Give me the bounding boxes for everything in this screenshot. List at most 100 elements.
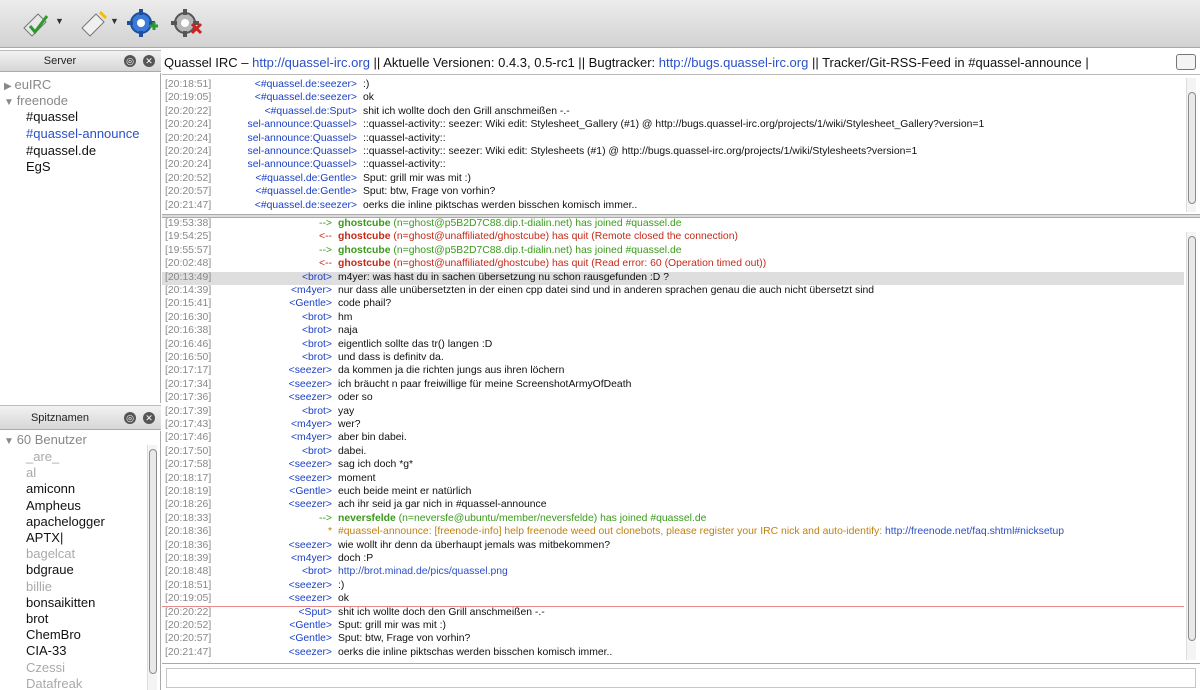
sender-nick[interactable]: <#quassel.de:Gentle> xyxy=(255,173,357,184)
sender-nick[interactable]: sel-announce:Quassel> xyxy=(248,133,357,144)
sender-nick[interactable]: --> xyxy=(319,218,332,229)
sender-nick[interactable]: <seezer> xyxy=(289,365,332,376)
sender-nick[interactable]: <brot> xyxy=(302,352,332,363)
sender-nick[interactable]: <Gentle> xyxy=(289,298,332,309)
network-euirc[interactable]: ▶ euIRC xyxy=(4,77,51,92)
sender-nick[interactable]: <seezer> xyxy=(289,379,332,390)
notice-text: #quassel-announce: [freenode-info] help … xyxy=(338,526,886,538)
nick-item[interactable]: bdgraue xyxy=(26,562,74,577)
sender-nick[interactable]: sel-announce:Quassel> xyxy=(248,146,357,157)
sender-nick[interactable]: * xyxy=(328,526,332,537)
disconnect-icon[interactable] xyxy=(78,6,112,40)
collapse-arrow-icon[interactable]: ▼ xyxy=(4,97,17,108)
nick-item[interactable]: apachelogger xyxy=(26,514,105,529)
disconnect-dropdown-icon[interactable]: ▼ xyxy=(110,16,119,26)
add-network-icon[interactable] xyxy=(126,6,160,40)
sender-nick[interactable]: <Gentle> xyxy=(289,633,332,644)
nick-item[interactable]: bagelcat xyxy=(26,546,75,561)
sender-nick[interactable]: <-- xyxy=(319,258,332,269)
sender-nick[interactable]: <brot> xyxy=(302,312,332,323)
channel-item-active[interactable]: #quassel-announce xyxy=(26,126,139,141)
sender-nick[interactable]: <brot> xyxy=(302,566,332,577)
sender-nick[interactable]: sel-announce:Quassel> xyxy=(248,159,357,170)
sender-nick[interactable]: <brot> xyxy=(302,406,332,417)
nick-item[interactable]: _are_ xyxy=(26,449,59,464)
sender-nick[interactable]: <m4yer> xyxy=(291,432,332,443)
topic-link[interactable]: http://bugs.quassel-irc.org xyxy=(659,55,809,70)
topic-link[interactable]: http://quassel-irc.org xyxy=(252,55,370,70)
sender-nick[interactable]: <seezer> xyxy=(289,540,332,551)
message-text[interactable]: http://brot.minad.de/pics/quassel.png xyxy=(338,566,508,577)
timestamp: [20:21:47] xyxy=(165,199,212,211)
sender-nick[interactable]: <#quassel.de:seezer> xyxy=(255,200,357,211)
event-nick[interactable]: neversfelde xyxy=(338,513,396,524)
close-panel-icon[interactable]: ✕ xyxy=(143,412,155,424)
sender-nick[interactable]: <seezer> xyxy=(289,499,332,510)
nick-item[interactable]: billie xyxy=(26,579,52,594)
nick-item[interactable]: APTX| xyxy=(26,530,63,545)
main-chat-scrollbar[interactable] xyxy=(1186,232,1196,660)
channel-item[interactable]: #quassel.de xyxy=(26,143,96,158)
sender-nick[interactable]: <-- xyxy=(319,231,332,242)
nick-item[interactable]: bonsaikitten xyxy=(26,595,95,610)
sender-nick[interactable]: <m4yer> xyxy=(291,285,332,296)
sender-nick[interactable]: <seezer> xyxy=(289,647,332,658)
nick-list-scrollbar[interactable] xyxy=(147,445,157,690)
sender-nick[interactable]: <m4yer> xyxy=(291,419,332,430)
topic-bar[interactable]: Quassel IRC – http://quassel-irc.org || … xyxy=(162,50,1200,75)
scrollbar-thumb[interactable] xyxy=(149,449,157,674)
nick-item[interactable]: brot xyxy=(26,611,48,626)
event-nick[interactable]: ghostcube xyxy=(338,218,391,229)
nick-item[interactable]: Czessi xyxy=(26,660,65,675)
nick-item[interactable]: ChemBro xyxy=(26,627,81,642)
nick-item[interactable]: al xyxy=(26,465,36,480)
channel-item[interactable]: EgS xyxy=(26,159,51,174)
sender-nick[interactable]: <seezer> xyxy=(289,392,332,403)
chat-view-upper[interactable]: [20:18:51] <#quassel.de:seezer>:) [20:19:0… xyxy=(162,76,1186,213)
nick-item[interactable]: amiconn xyxy=(26,481,75,496)
scrollbar-thumb[interactable] xyxy=(1188,92,1196,204)
sender-nick[interactable]: <seezer> xyxy=(289,593,332,604)
sender-nick[interactable]: <#quassel.de:Sput> xyxy=(265,106,357,117)
event-nick[interactable]: ghostcube xyxy=(338,231,391,242)
close-panel-icon[interactable]: ✕ xyxy=(143,55,155,67)
float-panel-icon[interactable]: ◎ xyxy=(124,412,136,424)
network-freenode[interactable]: ▼ freenode xyxy=(4,93,68,108)
edit-topic-button[interactable] xyxy=(1176,54,1196,70)
sender-nick[interactable]: <brot> xyxy=(302,446,332,457)
expand-arrow-icon[interactable]: ▶ xyxy=(4,81,14,92)
sender-nick[interactable]: sel-announce:Quassel> xyxy=(248,119,357,130)
sender-nick[interactable]: <seezer> xyxy=(289,459,332,470)
float-panel-icon[interactable]: ◎ xyxy=(124,55,136,67)
upper-chat-scrollbar[interactable] xyxy=(1186,78,1196,212)
connect-icon[interactable] xyxy=(20,6,54,40)
sender-nick[interactable]: <Gentle> xyxy=(289,620,332,631)
nick-item[interactable]: Ampheus xyxy=(26,498,81,513)
sender-nick[interactable]: <m4yer> xyxy=(291,553,332,564)
nick-item[interactable]: CIA-33 xyxy=(26,643,66,658)
event-nick[interactable]: ghostcube xyxy=(338,258,391,269)
sender-nick[interactable]: <#quassel.de:seezer> xyxy=(255,92,357,103)
sender-nick[interactable]: <#quassel.de:seezer> xyxy=(255,79,357,90)
sender-nick[interactable]: <#quassel.de:Gentle> xyxy=(255,186,357,197)
sender-nick[interactable]: <seezer> xyxy=(289,580,332,591)
remove-network-icon[interactable] xyxy=(170,6,204,40)
sender-nick[interactable]: <Sput> xyxy=(298,607,332,618)
sender-nick[interactable]: <brot> xyxy=(302,272,332,283)
scrollbar-thumb[interactable] xyxy=(1188,236,1196,641)
sender-nick[interactable]: <seezer> xyxy=(289,473,332,484)
message-link[interactable]: http://freenode.net/faq.shtml#nicksetup xyxy=(885,526,1064,537)
connect-dropdown-icon[interactable]: ▼ xyxy=(55,16,64,26)
sender-nick[interactable]: --> xyxy=(319,245,332,256)
nick-item[interactable]: Datafreak xyxy=(26,676,82,690)
channel-item[interactable]: #quassel xyxy=(26,109,78,124)
sender-nick[interactable]: <brot> xyxy=(302,325,332,336)
sender-nick[interactable]: <brot> xyxy=(302,339,332,350)
nick-count[interactable]: ▼ 60 Benutzer xyxy=(4,432,87,447)
sender-nick[interactable]: --> xyxy=(319,513,332,524)
chat-view-main[interactable]: [19:53:38] --> ghostcube (n=ghost@p5B2D7C8… xyxy=(162,218,1186,662)
collapse-arrow-icon[interactable]: ▼ xyxy=(4,436,17,447)
message-input[interactable] xyxy=(166,668,1196,688)
event-nick[interactable]: ghostcube xyxy=(338,245,391,256)
sender-nick[interactable]: <Gentle> xyxy=(289,486,332,497)
